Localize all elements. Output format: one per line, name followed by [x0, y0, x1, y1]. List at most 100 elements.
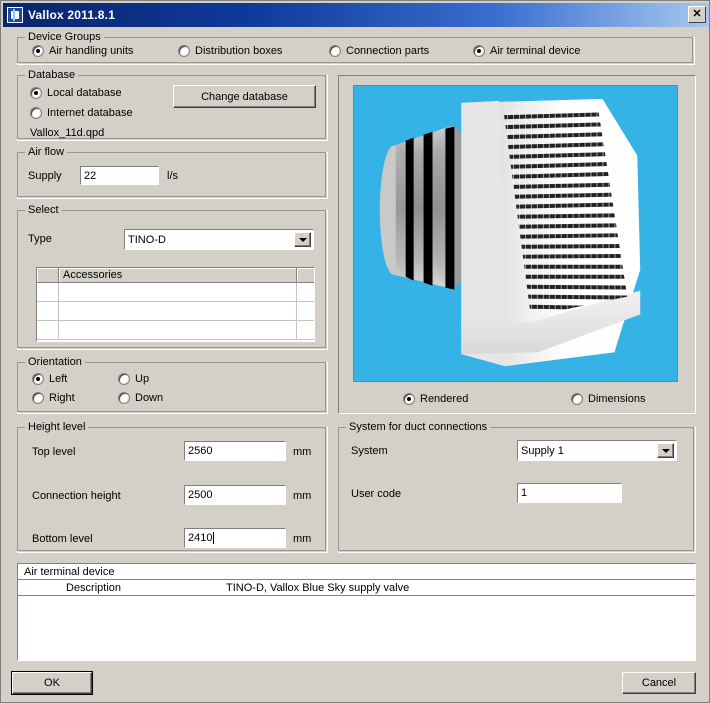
database-group: Database Local database Internet databas… — [17, 69, 328, 141]
bottom-level-input[interactable]: 2410 — [184, 528, 286, 548]
radio-dot-icon — [571, 393, 583, 405]
radio-orientation-right[interactable]: Right — [32, 392, 75, 404]
radio-distribution-boxes[interactable]: Distribution boxes — [178, 45, 282, 57]
connection-height-input[interactable]: 2500 — [184, 485, 286, 505]
radio-local-database[interactable]: Local database — [30, 87, 122, 99]
orientation-group: Orientation Left Up Right Down — [17, 356, 328, 414]
type-value: TINO-D — [128, 233, 166, 246]
system-label: System — [351, 445, 388, 457]
supply-input[interactable]: 22 — [80, 166, 159, 185]
details-list[interactable]: Air terminal device Description TINO-D, … — [17, 563, 696, 661]
top-level-input[interactable]: 2560 — [184, 441, 286, 461]
duct-system-legend: System for duct connections — [346, 421, 491, 433]
radio-label: Internet database — [47, 107, 133, 119]
radio-label: Connection parts — [346, 45, 430, 57]
preview-panel: Rendered Dimensions — [338, 75, 696, 414]
accessories-cell — [59, 302, 297, 321]
accessories-col-0[interactable] — [37, 268, 59, 283]
supply-unit: l/s — [167, 170, 178, 182]
system-dropdown[interactable]: Supply 1 — [517, 440, 677, 461]
radio-orientation-down[interactable]: Down — [118, 392, 163, 404]
description-label: Description — [66, 581, 122, 594]
description-value: TINO-D, Vallox Blue Sky supply valve — [226, 581, 410, 594]
height-level-legend: Height level — [25, 421, 89, 433]
chevron-down-icon[interactable] — [294, 232, 311, 247]
title-bar: Vallox 2011.8.1 ✕ — [3, 3, 709, 27]
table-row[interactable] — [37, 283, 314, 302]
change-database-label: Change database — [201, 90, 288, 103]
type-dropdown[interactable]: TINO-D — [124, 229, 314, 250]
chevron-down-icon[interactable] — [657, 443, 674, 458]
database-file-name: Vallox_11d.qpd — [30, 127, 105, 139]
device-groups-legend: Device Groups — [25, 31, 104, 43]
system-value: Supply 1 — [521, 444, 564, 457]
accessories-col-1[interactable]: Accessories — [59, 268, 297, 283]
radio-label: Distribution boxes — [195, 45, 283, 57]
radio-dot-icon — [178, 45, 190, 57]
radio-label: Air handling units — [49, 45, 134, 57]
accessories-cell — [37, 302, 59, 321]
accessories-cell — [59, 283, 297, 302]
accessories-col-2[interactable] — [297, 268, 314, 283]
radio-dot-icon — [32, 392, 44, 404]
list-item[interactable]: Description TINO-D, Vallox Blue Sky supp… — [18, 580, 695, 596]
connection-height-value: 2500 — [188, 489, 213, 501]
radio-connection-parts[interactable]: Connection parts — [329, 45, 429, 57]
top-level-label: Top level — [32, 446, 76, 458]
accessories-table[interactable]: Accessories — [36, 267, 315, 342]
details-header-row: Air terminal device — [18, 564, 695, 580]
ok-button[interactable]: OK — [11, 671, 93, 695]
cancel-button[interactable]: Cancel — [622, 672, 696, 694]
duct-system-group: System for duct connections System Suppl… — [338, 421, 696, 553]
bottom-level-label: Bottom level — [32, 533, 93, 545]
supply-label: Supply — [28, 170, 62, 182]
type-label: Type — [28, 233, 52, 245]
height-level-group: Height level Top level 2560 mm Connectio… — [17, 421, 328, 553]
radio-dot-icon — [118, 373, 130, 385]
top-level-unit: mm — [293, 446, 312, 458]
radio-label: Rendered — [420, 393, 469, 405]
radio-label: Dimensions — [588, 393, 646, 405]
user-code-label: User code — [351, 488, 402, 500]
table-row[interactable] — [37, 302, 314, 321]
vallox-dialog-window: Vallox 2011.8.1 ✕ Device Groups Air hand… — [0, 0, 710, 703]
accessories-cell — [59, 321, 297, 340]
radio-dot-icon — [329, 45, 341, 57]
accessories-cell — [37, 321, 59, 340]
ok-label: OK — [44, 677, 60, 689]
bottom-level-unit: mm — [293, 533, 312, 545]
radio-label: Local database — [47, 87, 122, 99]
radio-internet-database[interactable]: Internet database — [30, 107, 133, 119]
radio-orientation-up[interactable]: Up — [118, 373, 149, 385]
radio-dot-icon — [32, 45, 44, 57]
radio-label: Up — [135, 373, 150, 385]
accessories-cell — [297, 302, 314, 321]
radio-view-dimensions[interactable]: Dimensions — [571, 393, 645, 405]
radio-dot-icon — [403, 393, 415, 405]
radio-label: Down — [135, 392, 164, 404]
supply-value: 22 — [84, 169, 97, 182]
radio-view-rendered[interactable]: Rendered — [403, 393, 468, 405]
radio-label: Right — [49, 392, 75, 404]
radio-orientation-left[interactable]: Left — [32, 373, 67, 385]
tino-d-render-svg — [354, 86, 677, 381]
orientation-legend: Orientation — [25, 356, 85, 368]
radio-air-handling-units[interactable]: Air handling units — [32, 45, 133, 57]
user-code-input[interactable]: 1 — [517, 483, 622, 503]
connection-height-unit: mm — [293, 490, 312, 502]
radio-dot-icon — [30, 87, 42, 99]
select-group: Select Type TINO-D Accessories — [17, 204, 328, 350]
bottom-level-value: 2410 — [188, 532, 213, 544]
radio-dot-icon — [32, 373, 44, 385]
select-legend: Select — [25, 204, 62, 216]
air-flow-group: Air flow Supply 22 l/s — [17, 146, 328, 199]
accessories-header-row: Accessories — [37, 268, 314, 283]
accessories-cell — [37, 283, 59, 302]
connection-height-label: Connection height — [32, 490, 121, 502]
accessories-cell — [297, 283, 314, 302]
radio-air-terminal-device[interactable]: Air terminal device — [473, 45, 580, 57]
table-row[interactable] — [37, 321, 314, 340]
change-database-button[interactable]: Change database — [173, 85, 316, 108]
close-icon[interactable]: ✕ — [688, 6, 706, 23]
user-code-value: 1 — [521, 487, 528, 499]
